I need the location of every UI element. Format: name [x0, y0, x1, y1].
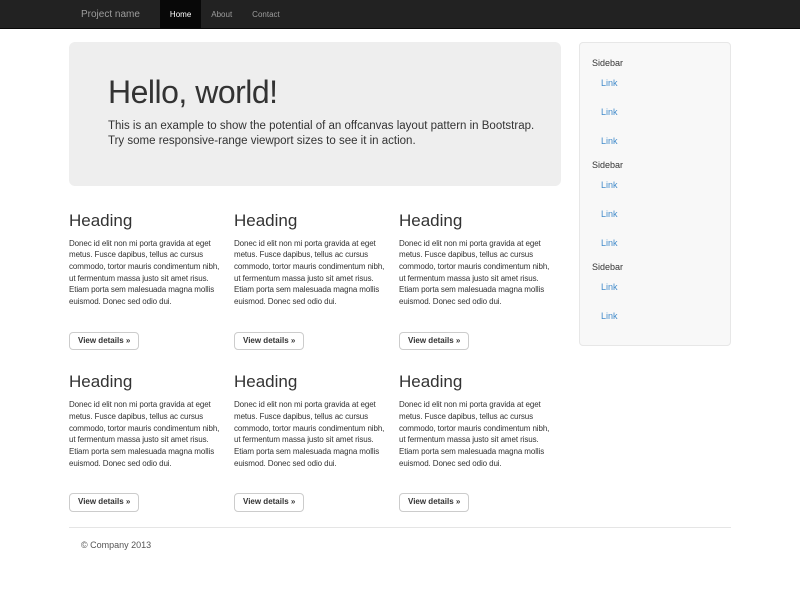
card-heading: Heading — [234, 212, 390, 231]
sidebar-link[interactable]: Link — [601, 209, 618, 219]
list-item: Link — [601, 131, 718, 149]
jumbotron-title: Hello, world! — [108, 74, 551, 111]
list-item: Link — [601, 277, 718, 295]
list-item: Link — [601, 73, 718, 91]
sidebar-link[interactable]: Link — [601, 136, 618, 146]
card-1: Heading Donec id elit non mi porta gravi… — [69, 201, 234, 350]
view-details-button[interactable]: View details » — [234, 493, 304, 512]
card-body-text: Donec id elit non mi porta gravida at eg… — [234, 238, 390, 320]
footer-divider — [69, 527, 731, 528]
view-details-button[interactable]: View details » — [69, 332, 139, 351]
jumbotron: Hello, world! This is an example to show… — [69, 42, 561, 186]
list-item: Link — [601, 204, 718, 222]
list-item: Link — [601, 102, 718, 120]
sidebar-module-2: Sidebar Link Link Link — [592, 160, 718, 251]
page-footer: © Company 2013 — [60, 527, 740, 550]
sidebar-module-3: Sidebar Link Link — [592, 262, 718, 324]
view-details-button[interactable]: View details » — [234, 332, 304, 351]
card-4: Heading Donec id elit non mi porta gravi… — [69, 362, 234, 511]
card-body-text: Donec id elit non mi porta gravida at eg… — [69, 399, 225, 481]
card-body-text: Donec id elit non mi porta gravida at eg… — [234, 399, 390, 481]
view-details-button[interactable]: View details » — [399, 332, 469, 351]
sidebar-module-1: Sidebar Link Link Link — [592, 58, 718, 149]
sidebar-link[interactable]: Link — [601, 238, 618, 248]
sidebar-link[interactable]: Link — [601, 78, 618, 88]
navbar-menu: Home About Contact — [160, 0, 290, 29]
card-heading: Heading — [234, 373, 390, 392]
sidebar-link-list: Link Link — [592, 277, 718, 324]
sidebar-link[interactable]: Link — [601, 311, 618, 321]
main-content: Hello, world! This is an example to show… — [60, 29, 570, 512]
navbar: Project name Home About Contact — [0, 0, 800, 29]
sidebar-module-title: Sidebar — [592, 262, 718, 272]
card-body-text: Donec id elit non mi porta gravida at eg… — [399, 399, 555, 481]
jumbotron-description: This is an example to show the potential… — [108, 119, 551, 150]
sidebar-module-title: Sidebar — [592, 58, 718, 68]
view-details-button[interactable]: View details » — [69, 493, 139, 512]
card-heading: Heading — [399, 373, 555, 392]
card-3: Heading Donec id elit non mi porta gravi… — [399, 201, 564, 350]
nav-item-about[interactable]: About — [201, 0, 242, 29]
page-container: Hello, world! This is an example to show… — [60, 29, 740, 550]
list-item: Link — [601, 175, 718, 193]
list-item: Link — [601, 233, 718, 251]
navbar-brand[interactable]: Project name — [60, 0, 150, 29]
cards-row-2: Heading Donec id elit non mi porta gravi… — [69, 362, 561, 511]
card-5: Heading Donec id elit non mi porta gravi… — [234, 362, 399, 511]
sidebar-link-list: Link Link Link — [592, 73, 718, 149]
card-6: Heading Donec id elit non mi porta gravi… — [399, 362, 564, 511]
content-row: Hello, world! This is an example to show… — [60, 29, 740, 512]
view-details-button[interactable]: View details » — [399, 493, 469, 512]
navbar-inner: Project name Home About Contact — [60, 0, 740, 29]
card-heading: Heading — [399, 212, 555, 231]
sidebar-link-list: Link Link Link — [592, 175, 718, 251]
card-2: Heading Donec id elit non mi porta gravi… — [234, 201, 399, 350]
card-body-text: Donec id elit non mi porta gravida at eg… — [69, 238, 225, 320]
sidebar-link[interactable]: Link — [601, 282, 618, 292]
card-heading: Heading — [69, 373, 225, 392]
sidebar-module-title: Sidebar — [592, 160, 718, 170]
card-body-text: Donec id elit non mi porta gravida at eg… — [399, 238, 555, 320]
sidebar-column: Sidebar Link Link Link Sidebar Link Link… — [570, 29, 740, 346]
sidebar: Sidebar Link Link Link Sidebar Link Link… — [579, 42, 731, 346]
sidebar-link[interactable]: Link — [601, 107, 618, 117]
card-heading: Heading — [69, 212, 225, 231]
copyright-text: © Company 2013 — [81, 540, 731, 550]
list-item: Link — [601, 306, 718, 324]
nav-item-contact[interactable]: Contact — [242, 0, 290, 29]
cards-row-1: Heading Donec id elit non mi porta gravi… — [69, 201, 561, 350]
sidebar-link[interactable]: Link — [601, 180, 618, 190]
nav-item-home[interactable]: Home — [160, 0, 201, 29]
